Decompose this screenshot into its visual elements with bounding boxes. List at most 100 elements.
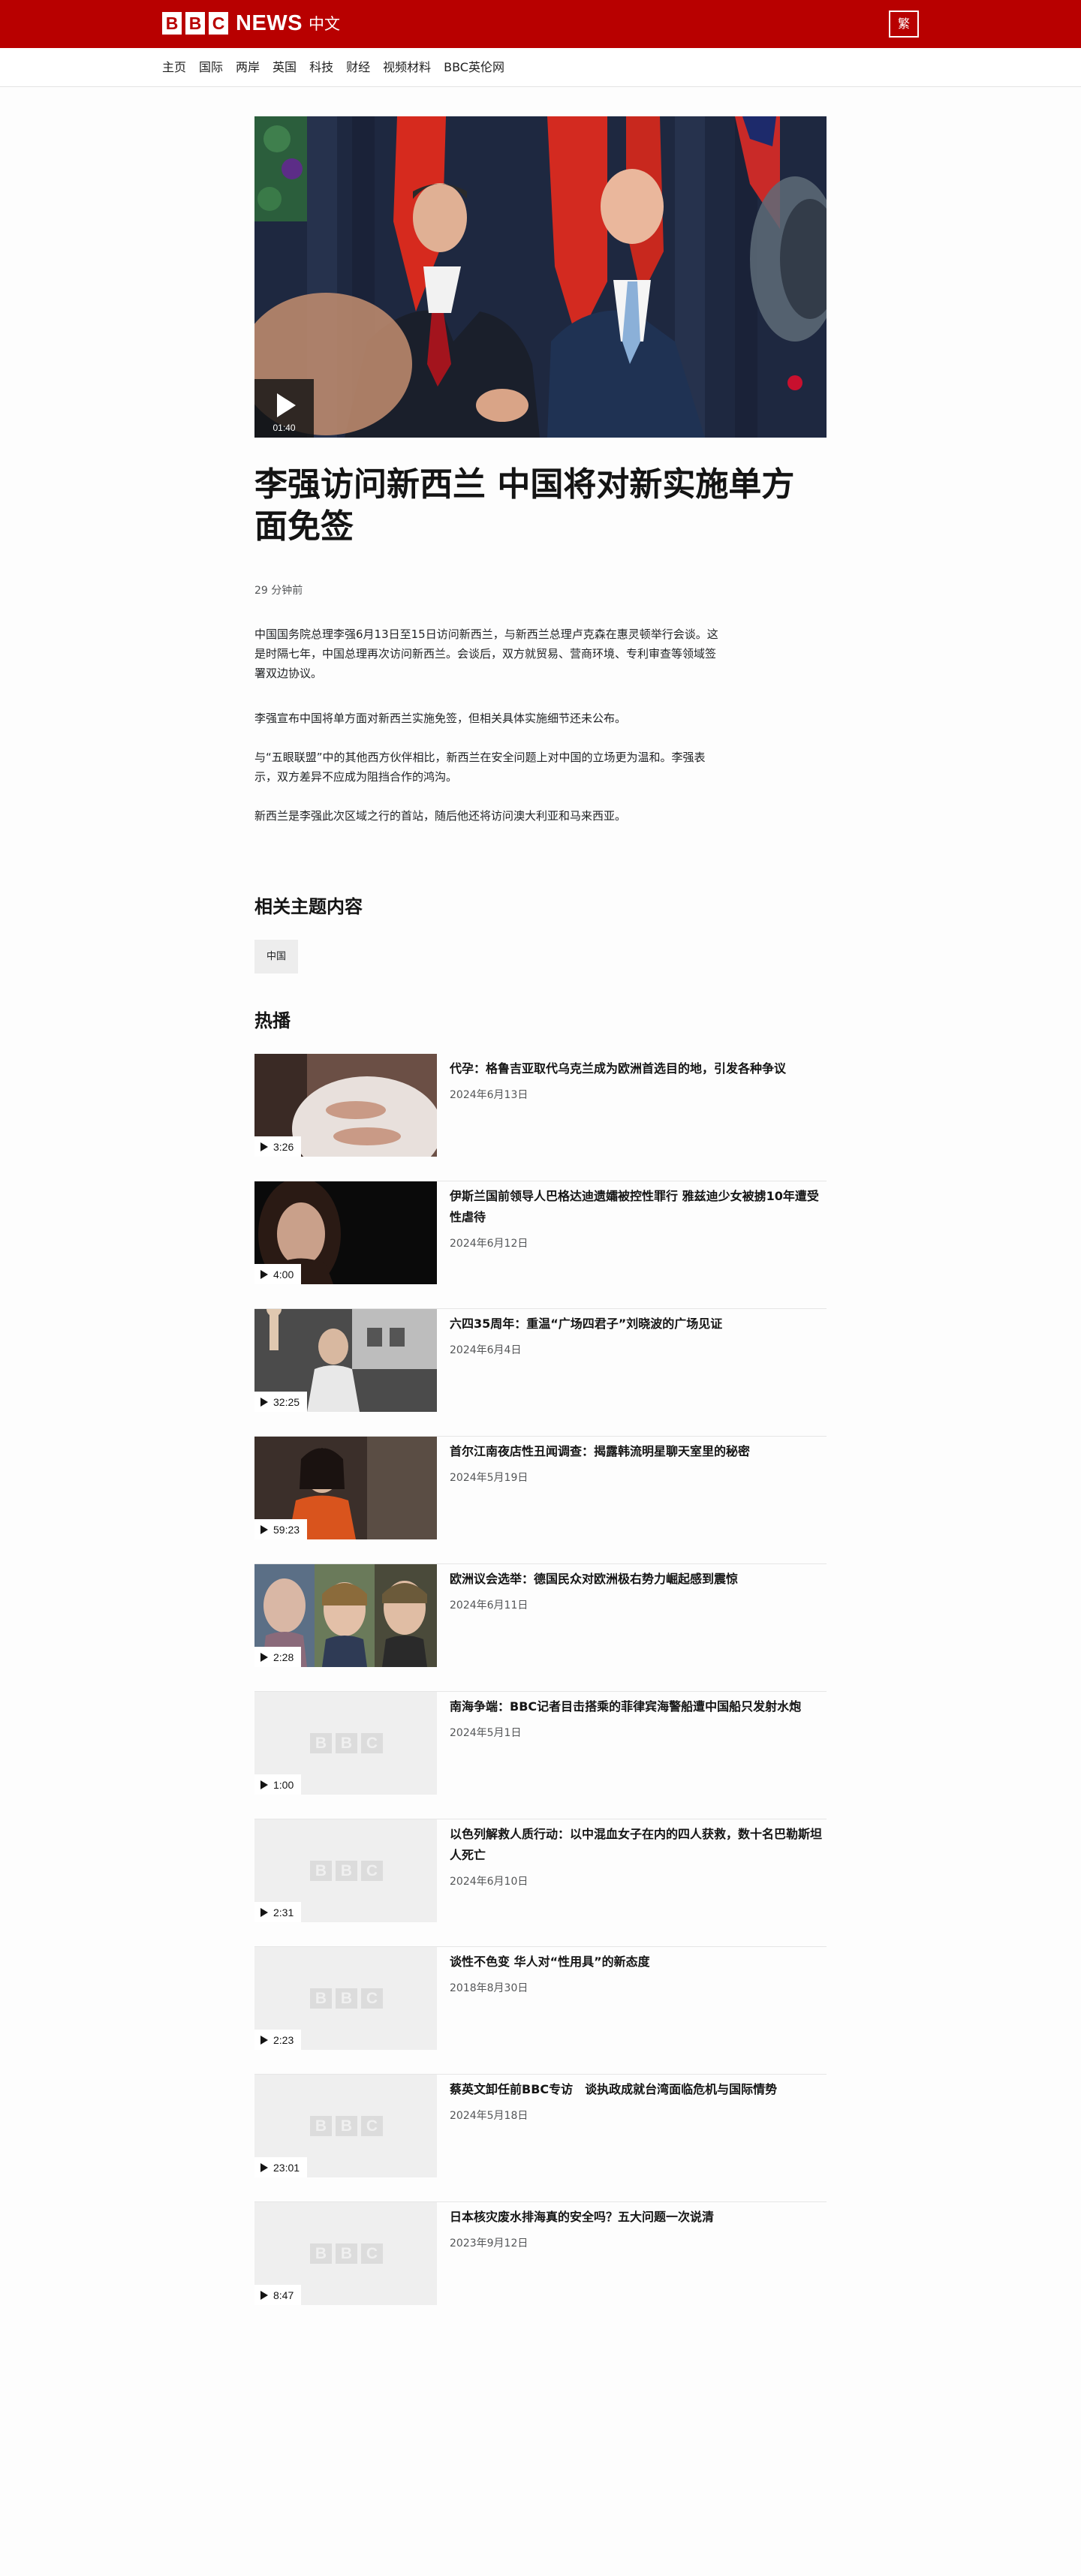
video-duration: 3:26 xyxy=(273,1140,294,1153)
video-thumbnail[interactable]: 59:23 xyxy=(254,1437,437,1539)
bbc-block-b1: B xyxy=(162,12,182,35)
video-title[interactable]: 谈性不色变 华人对“性用具”的新态度 xyxy=(450,1952,827,1973)
logo-news-text: NEWS xyxy=(236,11,303,35)
video-duration-badge: 32:25 xyxy=(254,1392,308,1412)
most-watched-item[interactable]: 3:26 代孕：格鲁吉亚取代乌克兰成为欧洲首选目的地，引发各种争议 2024年6… xyxy=(254,1054,827,1181)
topic-pill-china[interactable]: 中国 xyxy=(254,940,299,974)
nav-item-business[interactable]: 财经 xyxy=(346,48,370,87)
video-duration-badge: 3:26 xyxy=(254,1136,302,1157)
video-date: 2024年5月1日 xyxy=(450,1727,522,1739)
video-date: 2024年5月19日 xyxy=(450,1472,528,1484)
play-icon xyxy=(277,393,296,417)
play-icon xyxy=(260,1907,268,1917)
article-paragraph-3: 与“五眼联盟”中的其他西方伙伴相比，新西兰在安全问题上对中国的立场更为温和。李强… xyxy=(254,751,706,784)
top-bar: B B C NEWS 中文 繁 xyxy=(0,0,1081,48)
video-duration: 59:23 xyxy=(273,1523,300,1536)
nav-item-cross-strait[interactable]: 两岸 xyxy=(236,48,260,87)
most-watched-item[interactable]: 59:23 首尔江南夜店性丑闻调查：揭露韩流明星聊天室里的秘密 2024年5月1… xyxy=(254,1437,827,1564)
play-icon xyxy=(260,2035,268,2045)
video-date: 2024年6月10日 xyxy=(450,1876,528,1888)
play-icon xyxy=(260,1142,268,1151)
video-duration-badge: 1:00 xyxy=(254,1774,302,1795)
traditional-script-toggle-button[interactable]: 繁 xyxy=(889,11,919,38)
most-watched-item[interactable]: BBC 23:01 蔡英文卸任前BBC专访 谈执政成就台湾面临危机与国际情势 2… xyxy=(254,2075,827,2202)
bbc-placeholder-logo: BBC xyxy=(310,2243,383,2264)
hero-video-player[interactable]: 01:40 xyxy=(254,116,827,438)
video-duration-badge: 8:47 xyxy=(254,2285,302,2305)
play-icon xyxy=(260,1780,268,1789)
video-thumbnail[interactable]: 4:00 xyxy=(254,1181,437,1284)
video-duration: 2:28 xyxy=(273,1651,294,1663)
nav-item-home[interactable]: 主页 xyxy=(162,48,186,87)
bbc-placeholder-logo: BBC xyxy=(310,1733,383,1753)
video-duration: 2:23 xyxy=(273,2033,294,2046)
play-icon xyxy=(260,2290,268,2300)
nav-item-uk[interactable]: 英国 xyxy=(273,48,297,87)
video-duration-badge: 2:28 xyxy=(254,1647,302,1667)
video-duration: 4:00 xyxy=(273,1268,294,1280)
play-icon xyxy=(260,1397,268,1407)
video-title[interactable]: 首尔江南夜店性丑闻调查：揭露韩流明星聊天室里的秘密 xyxy=(450,1441,827,1462)
hero-image-handshake xyxy=(254,116,827,438)
video-date: 2023年9月12日 xyxy=(450,2237,528,2249)
video-title[interactable]: 蔡英文卸任前BBC专访 谈执政成就台湾面临危机与国际情势 xyxy=(450,2079,827,2100)
video-thumbnail[interactable]: 2:28 xyxy=(254,1564,437,1667)
bbc-placeholder-logo: BBC xyxy=(310,2116,383,2136)
play-icon xyxy=(260,1524,268,1534)
video-thumbnail[interactable]: 32:25 xyxy=(254,1309,437,1412)
play-icon xyxy=(260,1652,268,1662)
most-watched-heading: 热播 xyxy=(254,1010,291,1031)
bbc-news-chinese-logo[interactable]: B B C NEWS 中文 xyxy=(162,11,340,36)
article-headline: 李强访问新西兰 中国将对新实施单方面免签 xyxy=(254,465,795,546)
video-duration: 32:25 xyxy=(273,1395,300,1408)
most-watched-item[interactable]: 32:25 六四35周年：重温“广场四君子”刘晓波的广场见证 2024年6月4日 xyxy=(254,1309,827,1437)
article-paragraph-2: 李强宣布中国将单方面对新西兰实施免签，但相关具体实施细节还未公布。 xyxy=(254,712,627,725)
video-duration-badge: 59:23 xyxy=(254,1519,308,1539)
nav-item-bbc-uk-china[interactable]: BBC英伦网 xyxy=(444,48,504,87)
video-date: 2024年6月12日 xyxy=(450,1238,528,1250)
video-title[interactable]: 日本核灾废水排海真的安全吗？五大问题一次说清 xyxy=(450,2207,827,2228)
most-watched-item[interactable]: 4:00 伊斯兰国前领导人巴格达迪遗孀被控性罪行 雅兹迪少女被掳10年遭受性虐待… xyxy=(254,1181,827,1309)
video-title[interactable]: 代孕：格鲁吉亚取代乌克兰成为欧洲首选目的地，引发各种争议 xyxy=(450,1058,827,1079)
most-watched-item[interactable]: BBC 2:31 以色列解救人质行动：以中混血女子在内的四人获救，数十名巴勒斯坦… xyxy=(254,1819,827,1947)
play-icon xyxy=(260,1269,268,1279)
most-watched-item[interactable]: BBC 1:00 南海争端：BBC记者目击搭乘的菲律宾海警船遭中国船只发射水炮 … xyxy=(254,1692,827,1819)
video-duration: 23:01 xyxy=(273,2161,300,2174)
video-date: 2018年8月30日 xyxy=(450,1982,528,1994)
video-title[interactable]: 以色列解救人质行动：以中混血女子在内的四人获救，数十名巴勒斯坦人死亡 xyxy=(450,1824,827,1866)
most-watched-item[interactable]: BBC 2:23 谈性不色变 华人对“性用具”的新态度 2018年8月30日 xyxy=(254,1947,827,2075)
video-thumbnail-placeholder[interactable]: BBC 2:23 xyxy=(254,1947,437,2050)
video-title[interactable]: 六四35周年：重温“广场四君子”刘晓波的广场见证 xyxy=(450,1314,827,1335)
video-date: 2024年5月18日 xyxy=(450,2110,528,2122)
play-icon xyxy=(260,2162,268,2172)
video-thumbnail-placeholder[interactable]: BBC 2:31 xyxy=(254,1819,437,1922)
video-thumbnail-placeholder[interactable]: BBC 23:01 xyxy=(254,2075,437,2177)
most-watched-item[interactable]: 2:28 欧洲议会选举：德国民众对欧洲极右势力崛起感到震惊 2024年6月11日 xyxy=(254,1564,827,1692)
video-thumbnail[interactable]: 3:26 xyxy=(254,1054,437,1157)
most-watched-item[interactable]: BBC 8:47 日本核灾废水排海真的安全吗？五大问题一次说清 2023年9月1… xyxy=(254,2202,827,2330)
nav-item-video[interactable]: 视频材料 xyxy=(383,48,431,87)
hero-video-duration: 01:40 xyxy=(273,423,296,433)
video-duration: 8:47 xyxy=(273,2289,294,2301)
video-duration-badge: 2:23 xyxy=(254,2030,302,2050)
video-date: 2024年6月4日 xyxy=(450,1344,522,1356)
article-paragraph-4: 新西兰是李强此次区域之行的首站，随后他还将访问澳大利亚和马来西亚。 xyxy=(254,809,627,823)
nav-item-tech[interactable]: 科技 xyxy=(309,48,333,87)
logo-language-text: 中文 xyxy=(309,15,340,33)
video-title[interactable]: 伊斯兰国前领导人巴格达迪遗孀被控性罪行 雅兹迪少女被掳10年遭受性虐待 xyxy=(450,1186,827,1228)
video-duration-badge: 2:31 xyxy=(254,1902,302,1922)
bbc-block-b2: B xyxy=(185,12,205,35)
video-thumbnail-placeholder[interactable]: BBC 1:00 xyxy=(254,1692,437,1795)
video-duration: 2:31 xyxy=(273,1906,294,1918)
video-duration: 1:00 xyxy=(273,1778,294,1791)
nav-items: 主页 国际 两岸 英国 科技 财经 视频材料 BBC英伦网 xyxy=(162,48,517,87)
primary-navigation: 主页 国际 两岸 英国 科技 财经 视频材料 BBC英伦网 xyxy=(0,48,1081,87)
play-button[interactable]: 01:40 xyxy=(254,379,314,438)
bbc-blocks: B B C xyxy=(162,12,228,35)
video-title[interactable]: 南海争端：BBC记者目击搭乘的菲律宾海警船遭中国船只发射水炮 xyxy=(450,1696,827,1717)
bbc-placeholder-logo: BBC xyxy=(310,1861,383,1881)
video-thumbnail-placeholder[interactable]: BBC 8:47 xyxy=(254,2202,437,2305)
bbc-block-c: C xyxy=(209,12,228,35)
nav-item-world[interactable]: 国际 xyxy=(199,48,223,87)
video-title[interactable]: 欧洲议会选举：德国民众对欧洲极右势力崛起感到震惊 xyxy=(450,1569,827,1590)
